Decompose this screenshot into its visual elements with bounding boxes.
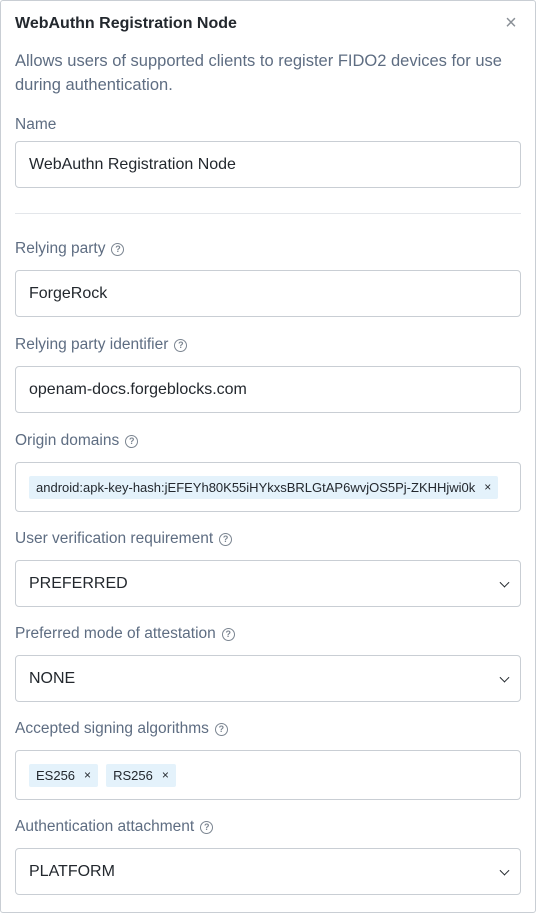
help-icon[interactable]: ?	[221, 627, 235, 641]
relying-party-input[interactable]: ForgeRock	[15, 270, 521, 317]
origin-domains-input[interactable]: android:apk-key-hash:jEFEYh80K55iHYkxsBR…	[15, 462, 521, 512]
remove-chip-icon[interactable]: ×	[162, 768, 169, 782]
panel-header: WebAuthn Registration Node ×	[1, 1, 535, 47]
algorithm-chip-rs256: RS256 ×	[106, 763, 176, 787]
attestation-mode-label: Preferred mode of attestation ?	[15, 625, 235, 643]
user-verification-select[interactable]: PREFERRED	[15, 560, 521, 607]
chevron-down-icon	[499, 865, 510, 876]
relying-party-identifier-input[interactable]: openam-docs.forgeblocks.com	[15, 366, 521, 413]
help-icon[interactable]: ?	[125, 434, 139, 448]
signing-algorithms-label: Accepted signing algorithms ?	[15, 720, 228, 738]
help-icon[interactable]: ?	[200, 820, 214, 834]
origin-domains-label: Origin domains ?	[15, 432, 139, 450]
help-icon[interactable]: ?	[219, 532, 233, 546]
webauthn-node-panel: WebAuthn Registration Node × Allows user…	[0, 0, 536, 913]
close-icon[interactable]: ×	[501, 13, 521, 33]
divider	[15, 213, 521, 214]
algorithm-chip-es256: ES256 ×	[29, 763, 99, 787]
chevron-down-icon	[499, 577, 510, 588]
remove-chip-icon[interactable]: ×	[484, 480, 491, 494]
node-description: Allows users of supported clients to reg…	[15, 52, 502, 94]
relying-party-identifier-label: Relying party identifier ?	[15, 336, 188, 354]
remove-chip-icon[interactable]: ×	[84, 768, 91, 782]
name-label: Name	[15, 116, 57, 133]
help-icon[interactable]: ?	[111, 242, 125, 256]
help-icon[interactable]: ?	[174, 338, 188, 352]
authentication-attachment-label: Authentication attachment ?	[15, 818, 214, 836]
authentication-attachment-select[interactable]: PLATFORM	[15, 848, 521, 895]
signing-algorithms-input[interactable]: ES256 × RS256 ×	[15, 750, 521, 800]
relying-party-label: Relying party ?	[15, 240, 125, 258]
origin-domain-chip: android:apk-key-hash:jEFEYh80K55iHYkxsBR…	[29, 475, 499, 499]
help-icon[interactable]: ?	[214, 722, 228, 736]
chevron-down-icon	[499, 672, 510, 683]
user-verification-label: User verification requirement ?	[15, 530, 233, 548]
attestation-mode-select[interactable]: NONE	[15, 655, 521, 702]
panel-title: WebAuthn Registration Node	[15, 15, 237, 32]
name-input[interactable]: WebAuthn Registration Node	[15, 141, 521, 188]
